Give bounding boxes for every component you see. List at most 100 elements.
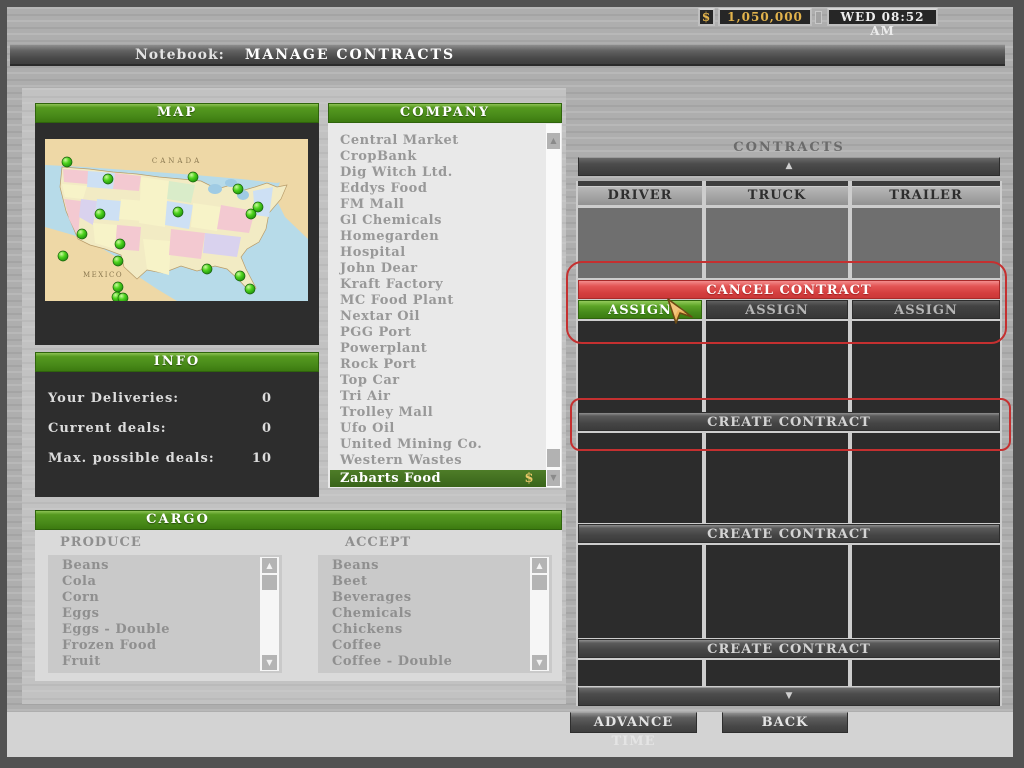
map-pin (118, 293, 128, 301)
bottom-light-band (7, 712, 1013, 757)
map-pin (113, 256, 123, 266)
accept-list-item[interactable]: Coffee (318, 638, 552, 654)
info-value: 0 (262, 414, 272, 444)
produce-scrollbar[interactable]: ▲ ▼ (260, 557, 279, 671)
produce-list-item[interactable]: Fruit (48, 654, 282, 670)
accept-list-item[interactable]: Coffee - Double (318, 654, 552, 670)
info-label: Max. possible deals: (48, 444, 215, 474)
map-pin (115, 239, 125, 249)
company-list-item[interactable]: Dig Witch Ltd. (330, 165, 544, 181)
info-value: 0 (262, 384, 272, 414)
accept-label: ACCEPT (345, 535, 411, 550)
company-list-item[interactable]: FM Mall (330, 197, 544, 213)
scroll-down-icon[interactable]: ▼ (262, 655, 277, 670)
info-row: Max. possible deals: 10 (35, 444, 319, 474)
trailer-slot (852, 660, 1000, 686)
accept-list-item[interactable]: Chemicals (318, 606, 552, 622)
company-list-item[interactable]: Homegarden (330, 229, 544, 245)
column-header-top-strip (706, 181, 848, 186)
info-panel-body: Your Deliveries: 0 Current deals: 0 Max.… (35, 372, 319, 497)
create-contract-button-3[interactable]: CREATE CONTRACT (578, 639, 1000, 658)
company-list-item[interactable]: Hospital (330, 245, 544, 261)
scroll-thumb[interactable] (262, 575, 277, 590)
advance-time-button[interactable]: ADVANCE TIME (570, 712, 697, 733)
company-list-item[interactable]: Powerplant (330, 341, 544, 357)
map-pin (246, 209, 256, 219)
company-list-item[interactable]: Central Market (330, 133, 544, 149)
company-list-item[interactable]: Eddys Food (330, 181, 544, 197)
money-badge-icon: $ (524, 470, 546, 487)
scroll-down-icon: ▼ (786, 691, 793, 701)
contracts-column-header: TRUCK (706, 181, 848, 205)
notebook-header: Notebook:MANAGE CONTRACTS (10, 44, 1005, 66)
company-list-item[interactable]: Rock Port (330, 357, 544, 373)
scroll-up-icon[interactable]: ▲ (262, 558, 277, 573)
produce-list-item[interactable]: Beans (48, 558, 282, 574)
produce-list-item[interactable]: Eggs (48, 606, 282, 622)
map-pin (188, 172, 198, 182)
company-list: Central MarketCropBankDig Witch Ltd.Eddy… (330, 133, 544, 469)
annotation-highlight-assign (566, 261, 1007, 344)
company-list-item[interactable]: United Mining Co. (330, 437, 544, 453)
scroll-up-icon: ▲ (786, 161, 793, 171)
scroll-up-icon[interactable]: ▲ (547, 133, 560, 149)
info-value: 10 (252, 444, 272, 474)
produce-list-item[interactable]: Cola (48, 574, 282, 590)
accept-scrollbar[interactable]: ▲ ▼ (530, 557, 549, 671)
contracts-scroll-up[interactable]: ▲ (578, 157, 1000, 176)
company-list-item[interactable]: Nextar Oil (330, 309, 544, 325)
usa-map: CANADA MEXICO (45, 139, 308, 301)
status-separator (815, 11, 822, 24)
truck-slot (706, 660, 848, 686)
produce-list-item[interactable]: Eggs - Double (48, 622, 282, 638)
page-title: MANAGE CONTRACTS (245, 47, 455, 63)
company-selected-item[interactable]: Zabarts Food $ (330, 470, 546, 487)
scroll-up-icon[interactable]: ▲ (532, 558, 547, 573)
scroll-down-icon[interactable]: ▼ (547, 470, 560, 486)
map-label-canada: CANADA (152, 157, 202, 165)
accept-list-item[interactable]: Beverages (318, 590, 552, 606)
company-list-item[interactable]: Trolley Mall (330, 405, 544, 421)
contract-slot-5-cells (578, 660, 1000, 686)
contracts-scroll-down[interactable]: ▼ (578, 687, 1000, 706)
scroll-thumb[interactable] (532, 575, 547, 590)
driver-slot (578, 545, 702, 638)
accept-list-item[interactable]: Chickens (318, 622, 552, 638)
company-selected-name: Zabarts Food (340, 470, 441, 487)
company-list-item[interactable]: Western Wastes (330, 453, 544, 469)
company-list-item[interactable]: Tri Air (330, 389, 544, 405)
info-label: Your Deliveries: (48, 384, 179, 414)
contracts-column-header: DRIVER (578, 181, 702, 205)
accept-list-item[interactable]: Beet (318, 574, 552, 590)
company-list-item[interactable]: John Dear (330, 261, 544, 277)
truck-slot (706, 545, 848, 638)
money-display: 1,050,000 (718, 8, 812, 26)
map-pin (58, 251, 68, 261)
accept-list: BeansBeetBeveragesChemicalsChickensCoffe… (318, 555, 552, 673)
company-list-item[interactable]: Gl Chemicals (330, 213, 544, 229)
company-list-item[interactable]: CropBank (330, 149, 544, 165)
scroll-down-icon[interactable]: ▼ (532, 655, 547, 670)
company-list-item[interactable]: Top Car (330, 373, 544, 389)
trailer-slot (852, 545, 1000, 638)
company-list-item[interactable]: Ufo Oil (330, 421, 544, 437)
column-header-top-strip (578, 181, 702, 186)
cargo-panel-header: CARGO (35, 510, 562, 530)
scroll-thumb[interactable] (547, 449, 560, 467)
company-list-item[interactable]: PGG Port (330, 325, 544, 341)
accept-list-item[interactable]: Beans (318, 558, 552, 574)
back-button[interactable]: BACK (722, 712, 848, 733)
company-scrollbar[interactable]: ▲ ▼ (546, 124, 561, 487)
company-list-item[interactable]: MC Food Plant (330, 293, 544, 309)
map-pin (233, 184, 243, 194)
contract-slot-4-cells (578, 545, 1000, 638)
info-panel-header: INFO (35, 352, 319, 372)
map-panel-header: MAP (35, 103, 319, 123)
produce-list-item[interactable]: Corn (48, 590, 282, 606)
produce-label: PRODUCE (60, 535, 142, 550)
company-list-item[interactable]: Kraft Factory (330, 277, 544, 293)
produce-list-item[interactable]: Frozen Food (48, 638, 282, 654)
annotation-highlight-create (570, 398, 1011, 451)
produce-list: BeansColaCornEggsEggs - DoubleFrozen Foo… (48, 555, 282, 673)
create-contract-button-2[interactable]: CREATE CONTRACT (578, 524, 1000, 543)
